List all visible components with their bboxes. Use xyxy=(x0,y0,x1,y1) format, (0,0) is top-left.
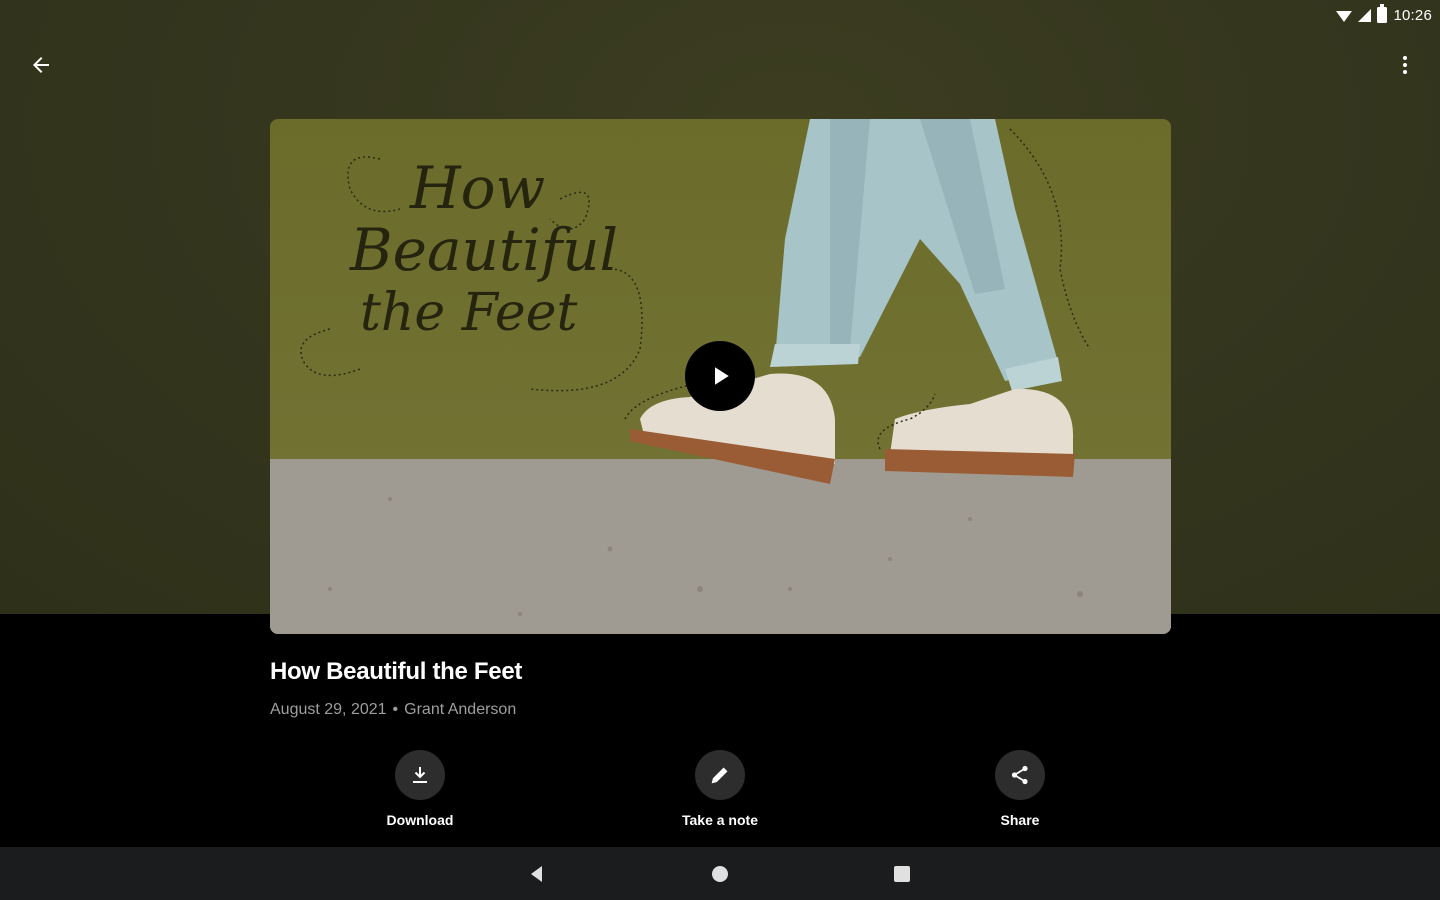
battery-icon xyxy=(1377,4,1388,23)
sermon-title: How Beautiful the Feet xyxy=(270,658,523,685)
nav-recents-icon xyxy=(894,866,910,882)
status-time: 10:26 xyxy=(1393,6,1432,24)
artwork-line-1: How xyxy=(410,154,546,222)
play-icon xyxy=(715,367,729,385)
pencil-icon xyxy=(711,767,728,784)
back-button[interactable] xyxy=(20,44,62,86)
wifi-icon xyxy=(1336,10,1353,22)
take-note-circle[interactable] xyxy=(695,750,745,800)
share-button[interactable]: Share xyxy=(950,750,1090,828)
video-thumbnail[interactable]: How Beautiful the Feet xyxy=(270,119,1171,634)
share-icon xyxy=(1011,765,1028,785)
nav-recents-button[interactable] xyxy=(889,861,915,887)
share-label: Share xyxy=(1000,812,1040,828)
meta-separator: • xyxy=(392,701,399,718)
nav-back-button[interactable] xyxy=(524,861,550,887)
take-note-button[interactable]: Take a note xyxy=(650,750,790,828)
play-button[interactable] xyxy=(685,341,755,411)
signal-icon xyxy=(1358,8,1372,22)
artwork-title: How Beautiful the Feet xyxy=(350,159,618,339)
back-arrow-icon xyxy=(33,57,49,73)
status-bar: 10:26 xyxy=(1336,4,1432,26)
sermon-date: August 29, 2021 xyxy=(270,701,387,718)
nav-home-icon xyxy=(712,866,728,882)
nav-home-button[interactable] xyxy=(707,861,733,887)
system-nav-bar xyxy=(0,847,1440,900)
take-note-label: Take a note xyxy=(682,812,758,828)
artwork-line-2: Beautiful xyxy=(350,216,619,284)
more-options-button[interactable] xyxy=(1384,44,1426,86)
download-label: Download xyxy=(386,812,454,828)
download-icon xyxy=(413,767,427,783)
sermon-meta: August 29, 2021 • Grant Anderson xyxy=(270,701,516,719)
share-circle[interactable] xyxy=(995,750,1045,800)
download-button[interactable]: Download xyxy=(350,750,490,828)
artwork-line-3: the Feet xyxy=(360,283,578,343)
nav-back-icon xyxy=(531,866,542,882)
download-circle[interactable] xyxy=(395,750,445,800)
sermon-speaker: Grant Anderson xyxy=(404,701,517,718)
more-vert-icon xyxy=(1403,56,1407,74)
